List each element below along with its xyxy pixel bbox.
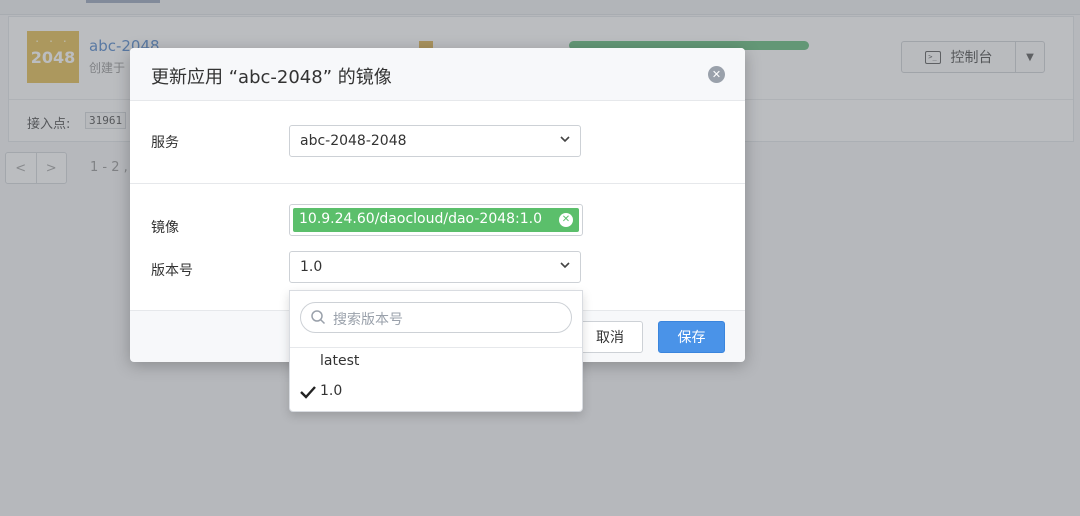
- version-select[interactable]: 1.0: [289, 251, 581, 283]
- image-tag: 10.9.24.60/daocloud/dao-2048:1.0 ✕: [293, 208, 579, 232]
- section-divider: [130, 183, 745, 184]
- close-icon[interactable]: ✕: [708, 66, 725, 83]
- image-label: 镜像: [151, 220, 179, 236]
- version-dropdown-menu: 搜索版本号 latest 1.0: [289, 290, 583, 412]
- remove-tag-icon[interactable]: ✕: [559, 213, 573, 227]
- service-label: 服务: [151, 135, 179, 151]
- version-label: 版本号: [151, 263, 193, 279]
- search-placeholder: 搜索版本号: [333, 312, 403, 328]
- version-selected-value: 1.0: [300, 259, 323, 275]
- dialog-title: 更新应用 “abc-2048” 的镜像: [151, 67, 392, 88]
- cancel-button[interactable]: 取消: [577, 321, 643, 353]
- chevron-down-icon: [560, 262, 570, 269]
- image-tag-text: 10.9.24.60/daocloud/dao-2048:1.0: [299, 211, 543, 227]
- service-selected-value: abc-2048-2048: [300, 133, 407, 149]
- option-label: 1.0: [320, 383, 343, 399]
- save-button[interactable]: 保存: [658, 321, 725, 353]
- service-select[interactable]: abc-2048-2048: [289, 125, 581, 157]
- version-option-latest[interactable]: latest: [290, 347, 582, 377]
- version-option-1-0[interactable]: 1.0: [290, 377, 582, 407]
- dialog-header: 更新应用 “abc-2048” 的镜像 ✕: [130, 48, 745, 101]
- chevron-down-icon: [560, 136, 570, 143]
- search-icon: [311, 310, 326, 325]
- version-search-input[interactable]: 搜索版本号: [300, 302, 572, 333]
- dropdown-search-area: 搜索版本号: [290, 291, 582, 348]
- option-label: latest: [320, 353, 360, 369]
- image-input[interactable]: 10.9.24.60/daocloud/dao-2048:1.0 ✕: [289, 204, 583, 236]
- checkmark-icon: [300, 386, 316, 399]
